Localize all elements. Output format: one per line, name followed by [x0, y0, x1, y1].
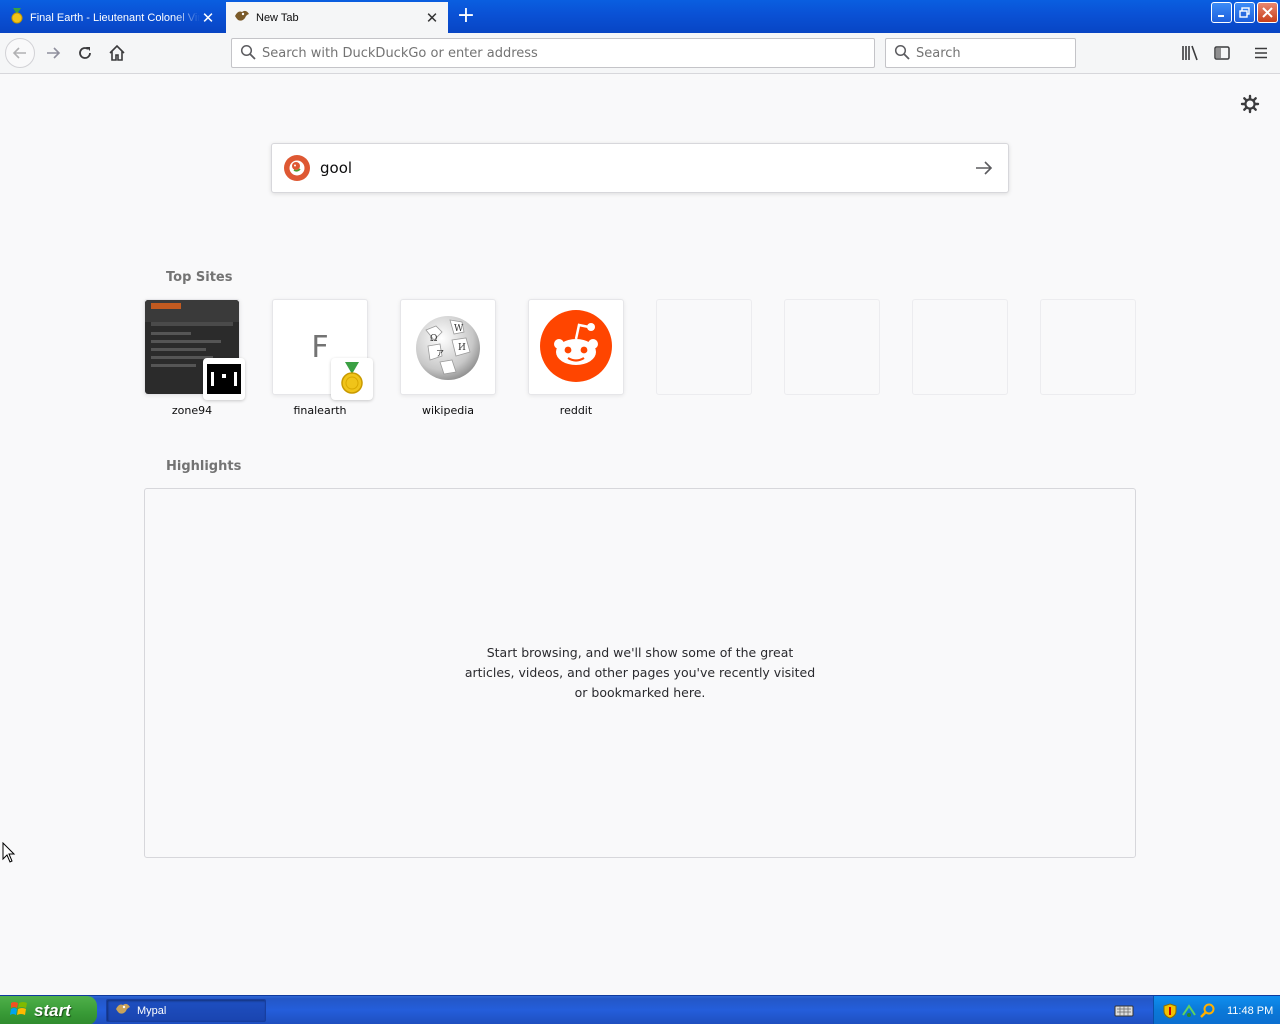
top-site-empty	[1040, 299, 1136, 417]
tab-title: New Tab	[256, 11, 299, 24]
site-label: wikipedia	[421, 404, 474, 417]
top-site-reddit[interactable]: reddit	[528, 299, 624, 417]
top-site-empty	[784, 299, 880, 417]
system-tray: 11:48 PM	[1153, 996, 1280, 1024]
medal-icon	[10, 8, 24, 27]
top-site-finalearth[interactable]: F finalearth	[272, 299, 373, 417]
close-tab-icon[interactable]: ✕	[424, 10, 440, 26]
address-input[interactable]	[262, 45, 874, 61]
medal-icon	[331, 358, 373, 400]
gear-icon[interactable]	[1240, 94, 1260, 114]
reddit-icon	[539, 309, 613, 386]
svg-text:Ω: Ω	[430, 334, 437, 344]
browser-tab-icon	[234, 9, 250, 26]
clock: 11:48 PM	[1227, 1004, 1274, 1017]
sidebar-icon[interactable]	[1208, 39, 1236, 67]
close-tab-icon[interactable]: ✕	[200, 10, 216, 26]
address-bar[interactable]	[231, 38, 875, 68]
search-bar[interactable]	[885, 38, 1086, 68]
taskbar: start Mypal 11:48 PM	[0, 995, 1280, 1024]
window-controls	[1211, 2, 1278, 23]
mouse-cursor-icon	[2, 841, 16, 864]
top-site-empty	[656, 299, 752, 417]
restore-button[interactable]	[1234, 2, 1255, 23]
top-site-zone94[interactable]: zone94	[144, 299, 245, 417]
highlights-empty-message: Start browsing, and we'll show some of t…	[464, 645, 816, 700]
library-icon[interactable]	[1176, 39, 1204, 67]
newtab-search-input[interactable]	[320, 159, 972, 177]
site-letter: F	[311, 329, 329, 365]
site-thumbnail[interactable]	[144, 299, 245, 400]
empty-site-slot	[1040, 299, 1136, 395]
title-bar: Final Earth - Lieutenant Colonel Vin ✕ N…	[0, 0, 1280, 33]
highlights-empty-state: Start browsing, and we'll show some of t…	[144, 488, 1136, 858]
svg-text:И: И	[458, 343, 466, 353]
top-sites-title: Top Sites	[166, 270, 233, 285]
start-label: start	[34, 1000, 71, 1020]
site-label: reddit	[559, 404, 593, 417]
search-icon[interactable]	[1200, 1003, 1216, 1019]
shield-icon[interactable]	[1162, 1002, 1178, 1019]
top-site-empty	[912, 299, 1008, 417]
empty-site-slot	[784, 299, 880, 395]
zone94-favicon	[203, 358, 245, 400]
svg-text:ア: ア	[436, 349, 444, 358]
highlights-title: Highlights	[166, 459, 242, 474]
taskbar-item-mypal[interactable]: Mypal	[106, 999, 266, 1022]
menu-icon[interactable]	[1247, 39, 1275, 67]
back-button[interactable]	[5, 38, 35, 68]
windows-logo-icon	[10, 1000, 28, 1021]
tab-title: Final Earth - Lieutenant Colonel Vin	[30, 11, 200, 24]
newtab-search-box[interactable]	[271, 143, 1009, 193]
search-icon	[240, 44, 256, 63]
arrow-right-icon[interactable]	[972, 156, 996, 180]
newtab-page: Top Sites zone94	[0, 74, 1280, 995]
site-thumbnail[interactable]	[528, 299, 624, 395]
site-label: finalearth	[293, 404, 347, 417]
empty-site-slot	[656, 299, 752, 395]
wikipedia-globe-icon: Ω W И ア	[412, 310, 484, 385]
taskbar-item-label: Mypal	[137, 1004, 167, 1017]
svg-text:W: W	[454, 324, 464, 334]
network-icon[interactable]	[1181, 1003, 1197, 1019]
new-tab-button[interactable]: +	[454, 5, 478, 29]
site-thumbnail[interactable]: F	[272, 299, 373, 400]
site-label: zone94	[171, 404, 213, 417]
navigation-toolbar	[0, 33, 1280, 74]
minimize-button[interactable]	[1211, 2, 1232, 23]
search-icon	[894, 44, 910, 63]
start-button[interactable]: start	[0, 996, 97, 1024]
tab-final-earth[interactable]: Final Earth - Lieutenant Colonel Vin ✕	[2, 2, 224, 33]
mypal-icon	[115, 1002, 131, 1019]
duckduckgo-icon	[284, 155, 310, 181]
forward-button[interactable]	[39, 39, 67, 67]
reload-button[interactable]	[71, 39, 99, 67]
top-site-wikipedia[interactable]: Ω W И ア wikipedia	[400, 299, 496, 417]
home-button[interactable]	[103, 39, 131, 67]
tab-new-tab[interactable]: New Tab ✕	[226, 2, 448, 33]
site-thumbnail[interactable]: Ω W И ア	[400, 299, 496, 395]
empty-site-slot	[912, 299, 1008, 395]
close-window-button[interactable]	[1257, 2, 1278, 23]
search-input[interactable]	[916, 45, 1086, 61]
keyboard-icon[interactable]	[1114, 1002, 1134, 1018]
top-sites-grid: zone94 F finalearth Ω W И ア wikipedia re…	[144, 299, 1136, 417]
